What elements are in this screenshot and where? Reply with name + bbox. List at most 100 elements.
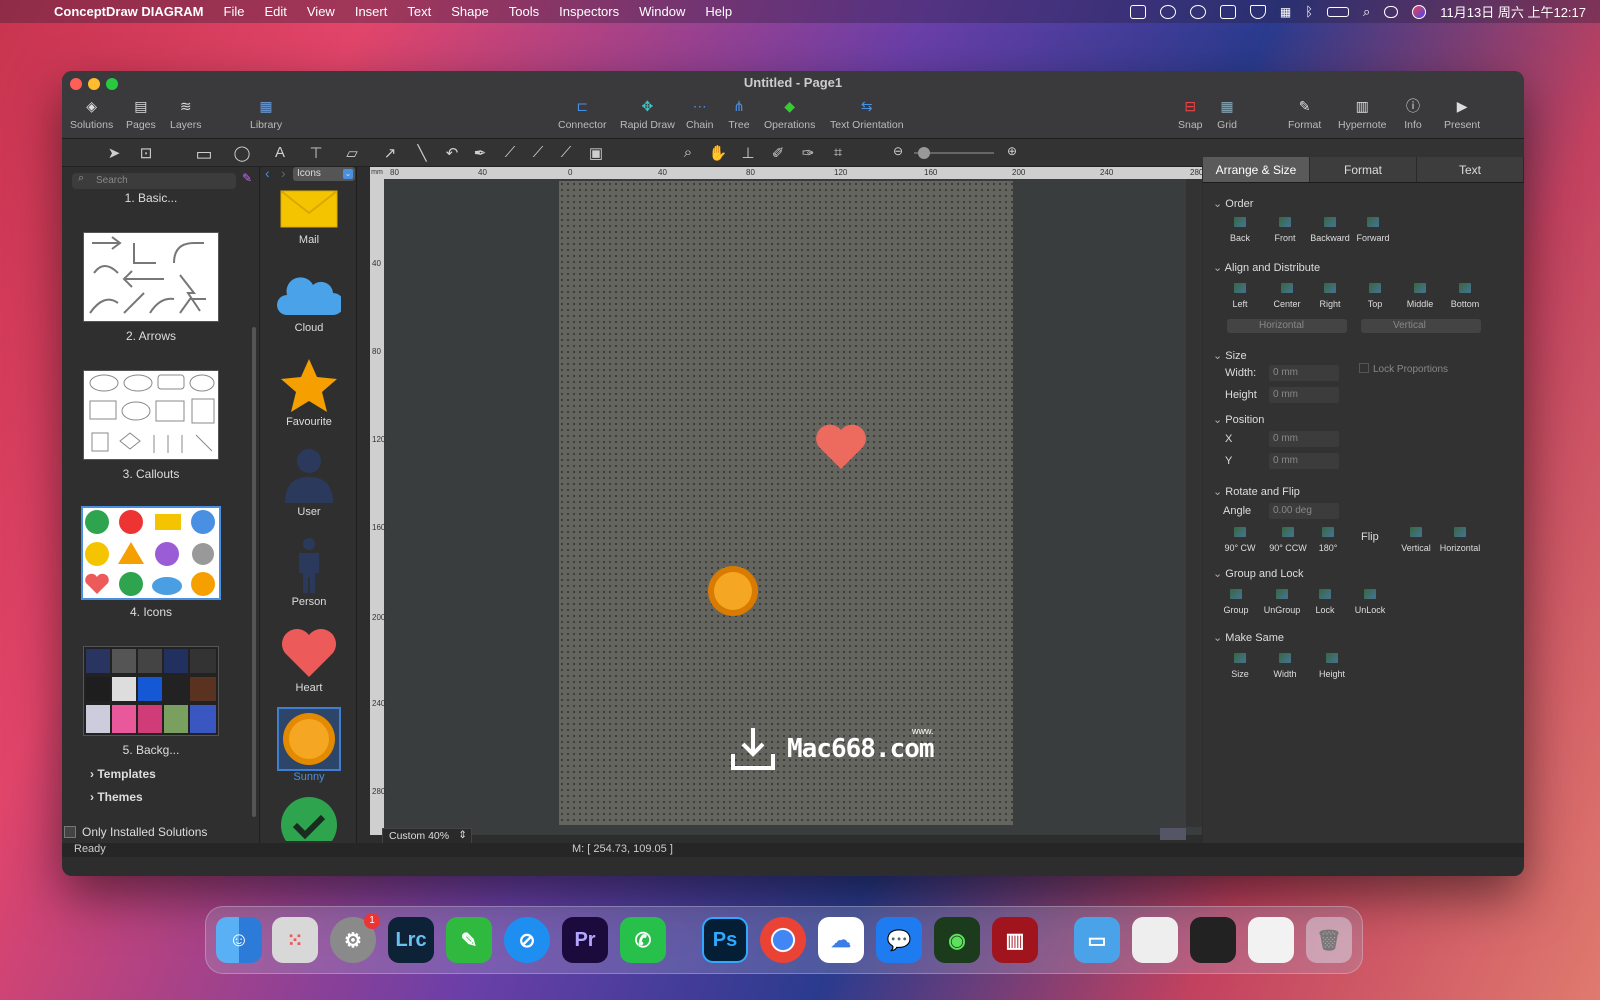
line-tool-icon[interactable]: ╲ [412,144,432,162]
toolbar-grid[interactable]: ▦ Grid [1216,97,1238,132]
checkbox-box[interactable] [64,826,76,838]
templates-group[interactable]: › Templates [90,767,156,781]
rectangle-tool-icon[interactable]: ▭ [194,144,214,165]
zoom-tool-icon[interactable]: ⌕ [678,144,698,161]
align-top-button[interactable]: Top [1350,283,1400,309]
library-item-person[interactable]: Person [261,537,357,608]
arrows-thumbnail[interactable] [83,232,219,322]
section-make-same[interactable]: Make Same [1213,631,1284,644]
section-size[interactable]: Size [1213,349,1246,362]
library-item-mail[interactable]: Mail [261,187,357,246]
library-item-cloud[interactable]: Cloud [261,275,357,334]
toolbar-library[interactable]: ▦ Library [250,97,282,132]
menu-view[interactable]: View [307,4,335,19]
toolbar-text-orientation[interactable]: ⇆ Text Orientation [830,97,904,132]
solution-arrows[interactable]: 2. Arrows [62,329,240,343]
solution-backgrounds[interactable]: 5. Backg... [62,743,240,757]
menu-shape[interactable]: Shape [451,4,489,19]
library-selector[interactable]: Icons ⌄ [293,167,355,181]
web-preview-icon[interactable] [1248,917,1294,963]
toolbar-connector[interactable]: ⊏ Connector [558,97,606,132]
presentation-icon[interactable]: ▥ [992,917,1038,963]
menu-edit[interactable]: Edit [264,4,286,19]
sun-shape[interactable] [706,564,760,618]
solutions-scrollbar[interactable] [252,327,256,817]
icons-thumbnail[interactable] [81,506,221,600]
podcast-icon[interactable]: ◉ [934,917,980,963]
text-tool-icon[interactable]: A [270,144,290,161]
notes-icon[interactable]: ✎ [446,917,492,963]
document-preview-icon[interactable] [1132,917,1178,963]
order-forward-button[interactable]: Forward [1348,217,1398,243]
forward-nav-icon[interactable]: › [281,165,286,181]
screenshot-preview-icon[interactable] [1190,917,1236,963]
toolbar-info[interactable]: ⓘ Info [1402,97,1424,131]
solution-icons[interactable]: 4. Icons [62,605,240,619]
finder-icon[interactable]: ☺ [216,917,262,963]
menu-insert[interactable]: Insert [355,4,388,19]
flag-icon[interactable]: ▦ [1280,5,1291,19]
freehand-tool-icon[interactable]: ⟋ [556,144,576,161]
only-installed-checkbox[interactable]: Only Installed Solutions [64,825,207,839]
premiere-icon[interactable]: Pr [562,917,608,963]
lightroom-icon[interactable]: Lrc [388,917,434,963]
pen-tool-icon[interactable]: ✒ [470,144,490,162]
status-app-icon[interactable] [1129,4,1146,19]
ellipse-tool-icon[interactable]: ◯ [232,144,252,162]
rotate-cw-button[interactable]: 90° CW [1215,527,1265,553]
menu-file[interactable]: File [224,4,245,19]
solution-basic[interactable]: 1. Basic... [62,191,240,205]
callouts-thumbnail[interactable] [83,370,219,460]
distribute-vertical-select[interactable]: Vertical [1361,319,1481,333]
rotate-180-button[interactable]: 180° [1303,527,1353,553]
cloud-sync-icon[interactable] [1189,4,1206,19]
section-align[interactable]: Align and Distribute [1213,261,1320,274]
view-toggle-icon[interactable] [1160,828,1186,840]
text-box-tool-icon[interactable]: ⊡ [136,144,156,162]
bezier-tool-icon[interactable]: ⟋ [500,144,520,161]
arrow-tool-icon[interactable]: ↗ [380,144,400,162]
wechat-icon[interactable]: ✆ [620,917,666,963]
toolbar-tree[interactable]: ⋔ Tree [728,97,750,132]
menu-inspectors[interactable]: Inspectors [559,4,619,19]
folder-icon[interactable]: ▭ [1074,917,1120,963]
order-back-button[interactable]: Back [1215,217,1265,243]
zoom-out-icon[interactable]: ⊖ [888,144,908,158]
ruler-unit[interactable]: mm [370,167,384,179]
hand-tool-icon[interactable]: ✋ [708,144,728,162]
width-field[interactable]: 0 mm [1269,365,1339,381]
lock-button[interactable]: Lock [1300,589,1350,615]
shield-icon[interactable] [1249,4,1266,19]
themes-group[interactable]: › Themes [90,790,143,804]
control-center-icon[interactable] [1384,5,1399,18]
library-item-user[interactable]: User [261,447,357,518]
spline-tool-icon[interactable]: ⟋ [528,144,548,161]
eyedropper-tool-icon[interactable]: ✐ [768,144,788,162]
library-item-check[interactable] [261,795,357,841]
section-group[interactable]: Group and Lock [1213,567,1303,580]
flip-horizontal-button[interactable]: Horizontal [1435,527,1485,553]
library-item-heart[interactable]: Heart [261,625,357,694]
group-button[interactable]: Group [1211,589,1261,615]
toolbar-format[interactable]: ✎ Format [1288,97,1321,132]
image-tool-icon[interactable]: ▣ [586,144,606,162]
baidu-netdisk-icon[interactable]: ☁ [818,917,864,963]
same-height-button[interactable]: Height [1307,653,1357,679]
callout-tool-icon[interactable]: ▱ [342,144,362,162]
creative-cloud-icon[interactable] [1159,4,1176,19]
heart-shape[interactable] [813,421,869,471]
lock-proportions-checkbox[interactable]: Lock Proportions [1359,363,1448,375]
section-position[interactable]: Position [1213,413,1264,426]
x-field[interactable]: 0 mm [1269,431,1339,447]
tab-arrange-size[interactable]: Arrange & Size [1203,157,1310,182]
section-rotate[interactable]: Rotate and Flip [1213,485,1300,498]
battery-icon[interactable] [1327,6,1349,17]
order-front-button[interactable]: Front [1260,217,1310,243]
toolbar-rapid-draw[interactable]: ✥ Rapid Draw [620,97,675,132]
bluetooth-icon[interactable]: ᛒ [1305,4,1313,19]
distribute-horizontal-select[interactable]: Horizontal [1227,319,1347,333]
zoom-select[interactable]: Custom 40% ⇕ [382,828,472,844]
section-order[interactable]: Order [1213,197,1253,210]
angle-field[interactable]: 0.00 deg [1269,503,1339,519]
toolbar-snap[interactable]: ⊟ Snap [1178,97,1203,132]
